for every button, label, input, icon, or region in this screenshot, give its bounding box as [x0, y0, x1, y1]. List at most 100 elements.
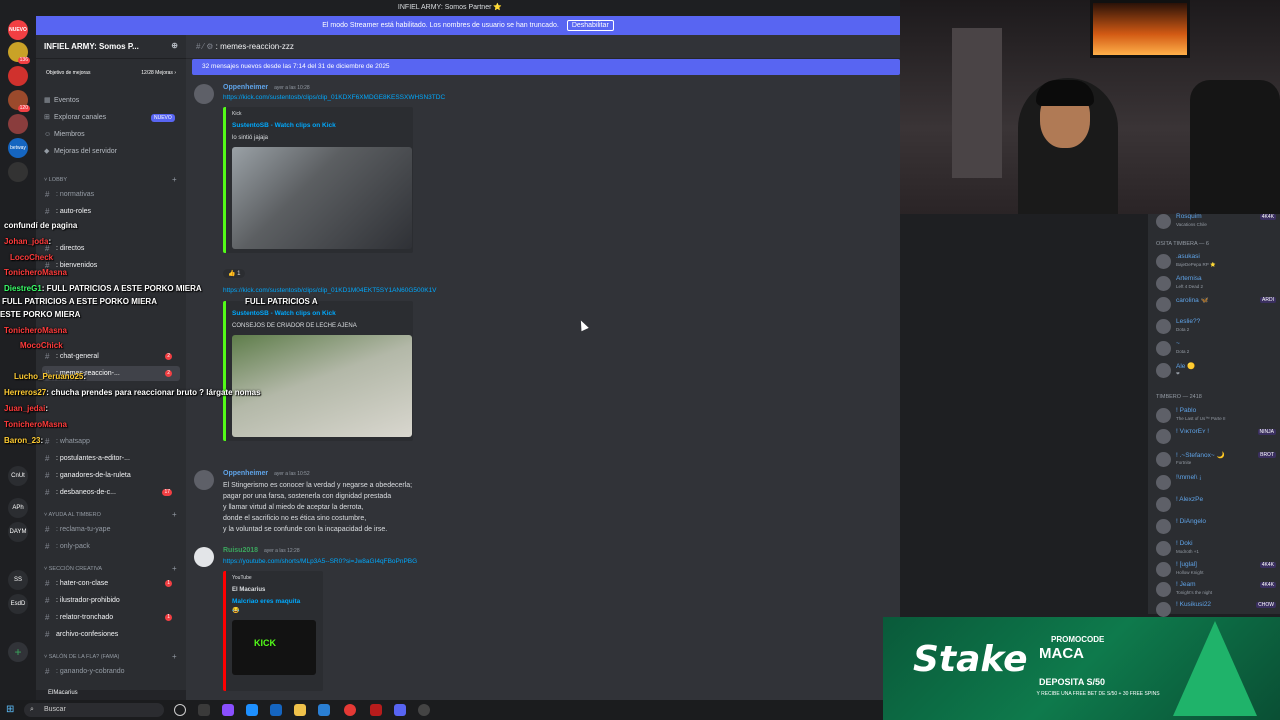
- channel-archivo-confesiones[interactable]: # archivo-confesiones: [42, 627, 180, 642]
- server-icon[interactable]: betway: [8, 138, 28, 158]
- message-link[interactable]: https://kick.com/sustentosb/clips/clip_0…: [223, 287, 437, 294]
- avatar[interactable]: [194, 84, 214, 104]
- discord-icon[interactable]: [394, 704, 406, 716]
- member[interactable]: Artemisa Left 4 Dead 2: [1156, 274, 1280, 294]
- server-icon[interactable]: CnUt: [8, 466, 28, 486]
- widgets-icon[interactable]: [198, 704, 210, 716]
- channel-reclama-tu-yape[interactable]: #: reclama-tu-yape: [42, 522, 180, 537]
- member[interactable]: ! VıĸтorEʏ ! NINJA: [1156, 427, 1280, 447]
- member[interactable]: .asukasi BajeDePepa RP ⭐: [1156, 252, 1280, 272]
- webcam-gaming-chair: [1190, 80, 1280, 214]
- hash-icon: #: [45, 613, 50, 622]
- add-member-icon[interactable]: ⊕: [171, 41, 178, 50]
- store-icon[interactable]: [270, 704, 282, 716]
- channel-ganadores[interactable]: #: ganadores-de-la-ruleta: [42, 468, 180, 483]
- avatar[interactable]: [194, 470, 214, 490]
- user-panel[interactable]: ElMacarius: [36, 690, 186, 700]
- hash-icon: # ⁄ ⚙: [196, 42, 214, 51]
- channel-hater-con-clase[interactable]: #: hater-con-clase 1: [42, 576, 180, 591]
- edge-icon[interactable]: [246, 704, 258, 716]
- embed-thumbnail[interactable]: [232, 147, 412, 249]
- channel-ilustrador-prohibido[interactable]: #: ilustrador-prohibido: [42, 593, 180, 608]
- category-creativa[interactable]: ˅ SECCIÓN CREATIVA +: [44, 564, 177, 574]
- member[interactable]: !\mmel\ ¡: [1156, 473, 1280, 493]
- menu-server-boost[interactable]: ◆ Mejoras del servidor: [44, 146, 117, 158]
- message-link[interactable]: https://youtube.com/shorts/MLp3A5--SR0?s…: [223, 558, 417, 565]
- member[interactable]: ! AlexzPe: [1156, 495, 1280, 515]
- menu-members[interactable]: ☺ Miembros: [44, 129, 85, 141]
- category-salon[interactable]: ˅ SALÓN DE LA FLA? (FAMA) +: [44, 652, 177, 662]
- avatar[interactable]: [194, 547, 214, 567]
- menu-browse-channels[interactable]: ⊞ Explorar canales: [44, 112, 106, 124]
- server-icon[interactable]: [8, 162, 28, 182]
- embed-title[interactable]: Malcriao eres maquita: [232, 598, 317, 605]
- channel-relator-tronchado[interactable]: #: relator-tronchado 1: [42, 610, 180, 625]
- channel-directos[interactable]: #: directos: [42, 241, 180, 256]
- explorer-icon[interactable]: [294, 704, 306, 716]
- start-icon[interactable]: ⊞: [6, 704, 14, 715]
- message-author[interactable]: Oppenheimer ayer a las 10:52: [223, 470, 310, 477]
- channel-chat-general[interactable]: #: chat-general 2: [42, 349, 180, 364]
- hash-icon: #: [45, 454, 50, 463]
- server-icon[interactable]: APh: [8, 498, 28, 518]
- member[interactable]: Ale 🟡 ❤: [1156, 361, 1280, 381]
- embed-thumbnail[interactable]: [232, 335, 412, 437]
- embed-thumbnail[interactable]: [232, 620, 316, 675]
- server-icon[interactable]: [8, 66, 28, 86]
- embed-author[interactable]: El Macarius: [232, 587, 317, 593]
- member[interactable]: ! DiAngelo: [1156, 517, 1280, 537]
- reaction[interactable]: 👍 1: [223, 269, 246, 278]
- category-ayuda[interactable]: ˅ AYUDA AL TIMBERO +: [44, 510, 177, 520]
- member[interactable]: ! Pablo The Last of Us™ Parte II: [1156, 406, 1280, 426]
- channel-ganando-y-cobrando[interactable]: #: ganando-y-cobrando: [42, 664, 180, 679]
- member[interactable]: Leslie?? Dota 2: [1156, 317, 1280, 337]
- server-rail: NUEVO 136 120 betway CnUt APh DAYM SS Es…: [0, 16, 36, 700]
- server-icon[interactable]: EsdD: [8, 594, 28, 614]
- chrome-icon[interactable]: [344, 704, 356, 716]
- member[interactable]: ! Jeam Tonight's the night 4K4K: [1156, 580, 1280, 600]
- server-icon[interactable]: SS: [8, 570, 28, 590]
- member[interactable]: ! .~Stefanox~ 🌙 Fortnite BROT: [1156, 450, 1280, 470]
- hash-icon: #: [45, 207, 50, 216]
- task-view-icon[interactable]: [174, 704, 186, 716]
- obs-icon[interactable]: [418, 704, 430, 716]
- channel-whatsapp[interactable]: #: whatsapp: [42, 434, 180, 449]
- member[interactable]: ! Doki Modroth +1: [1156, 539, 1280, 559]
- add-server-icon[interactable]: +: [8, 642, 28, 662]
- server-icon[interactable]: [8, 114, 28, 134]
- server-icon[interactable]: DAYM: [8, 522, 28, 542]
- message-author[interactable]: Ruisu2018 ayer a las 12:28: [223, 547, 300, 554]
- channel-desbaneos[interactable]: #: desbaneos-de-c... 17: [42, 485, 180, 500]
- add-channel-icon[interactable]: +: [172, 175, 177, 185]
- server-icon[interactable]: 120: [8, 90, 30, 112]
- app-icon[interactable]: [318, 704, 330, 716]
- new-badge-server[interactable]: NUEVO: [8, 20, 28, 40]
- boost-goal[interactable]: Objetivo de mejoras 12/28 Mejoras ›: [42, 66, 180, 80]
- member[interactable]: ! [uglal] Hollow Knight 4K4K: [1156, 560, 1280, 580]
- new-messages-bar[interactable]: 32 mensajes nuevos desde las 7:14 del 31…: [192, 59, 900, 75]
- server-header[interactable]: INFIEL ARMY: Somos P... ⊕: [36, 35, 186, 59]
- member[interactable]: carolina 🦋 ARDI: [1156, 295, 1280, 315]
- message-link[interactable]: https://kick.com/sustentosb/clips/clip_0…: [223, 94, 445, 101]
- app-icon[interactable]: [370, 704, 382, 716]
- embed-title[interactable]: SustentoSB - Watch clips on Kick: [232, 310, 407, 317]
- channel-only-pack[interactable]: #: only-pack: [42, 539, 180, 554]
- member[interactable]: ~ Dota 2: [1156, 339, 1280, 359]
- channel-postulantes[interactable]: #: postulantes-a-editor-...: [42, 451, 180, 466]
- search-icon: ⌕: [30, 706, 34, 713]
- add-channel-icon[interactable]: +: [172, 652, 177, 662]
- add-channel-icon[interactable]: +: [172, 510, 177, 520]
- member[interactable]: Rosquim Vacations Chile 4K4K: [1156, 212, 1280, 232]
- menu-events[interactable]: ▦ Eventos: [44, 95, 79, 107]
- taskbar-search[interactable]: ⌕ Buscar: [24, 703, 164, 717]
- add-channel-icon[interactable]: +: [172, 564, 177, 574]
- channel-normativas[interactable]: #: normativas: [42, 187, 180, 202]
- embed-emoji: 😂: [232, 608, 240, 614]
- app-icon[interactable]: [222, 704, 234, 716]
- embed-title[interactable]: SustentoSB - Watch clips on Kick: [232, 122, 407, 129]
- server-icon[interactable]: 136: [8, 42, 30, 64]
- channel-auto-roles[interactable]: #: auto-roles: [42, 204, 180, 219]
- category-lobby[interactable]: ˅ LOBBY +: [44, 175, 177, 185]
- disable-streamer-button[interactable]: Deshabilitar: [566, 20, 614, 31]
- message-author[interactable]: Oppenheimer ayer a las 10:28: [223, 84, 310, 91]
